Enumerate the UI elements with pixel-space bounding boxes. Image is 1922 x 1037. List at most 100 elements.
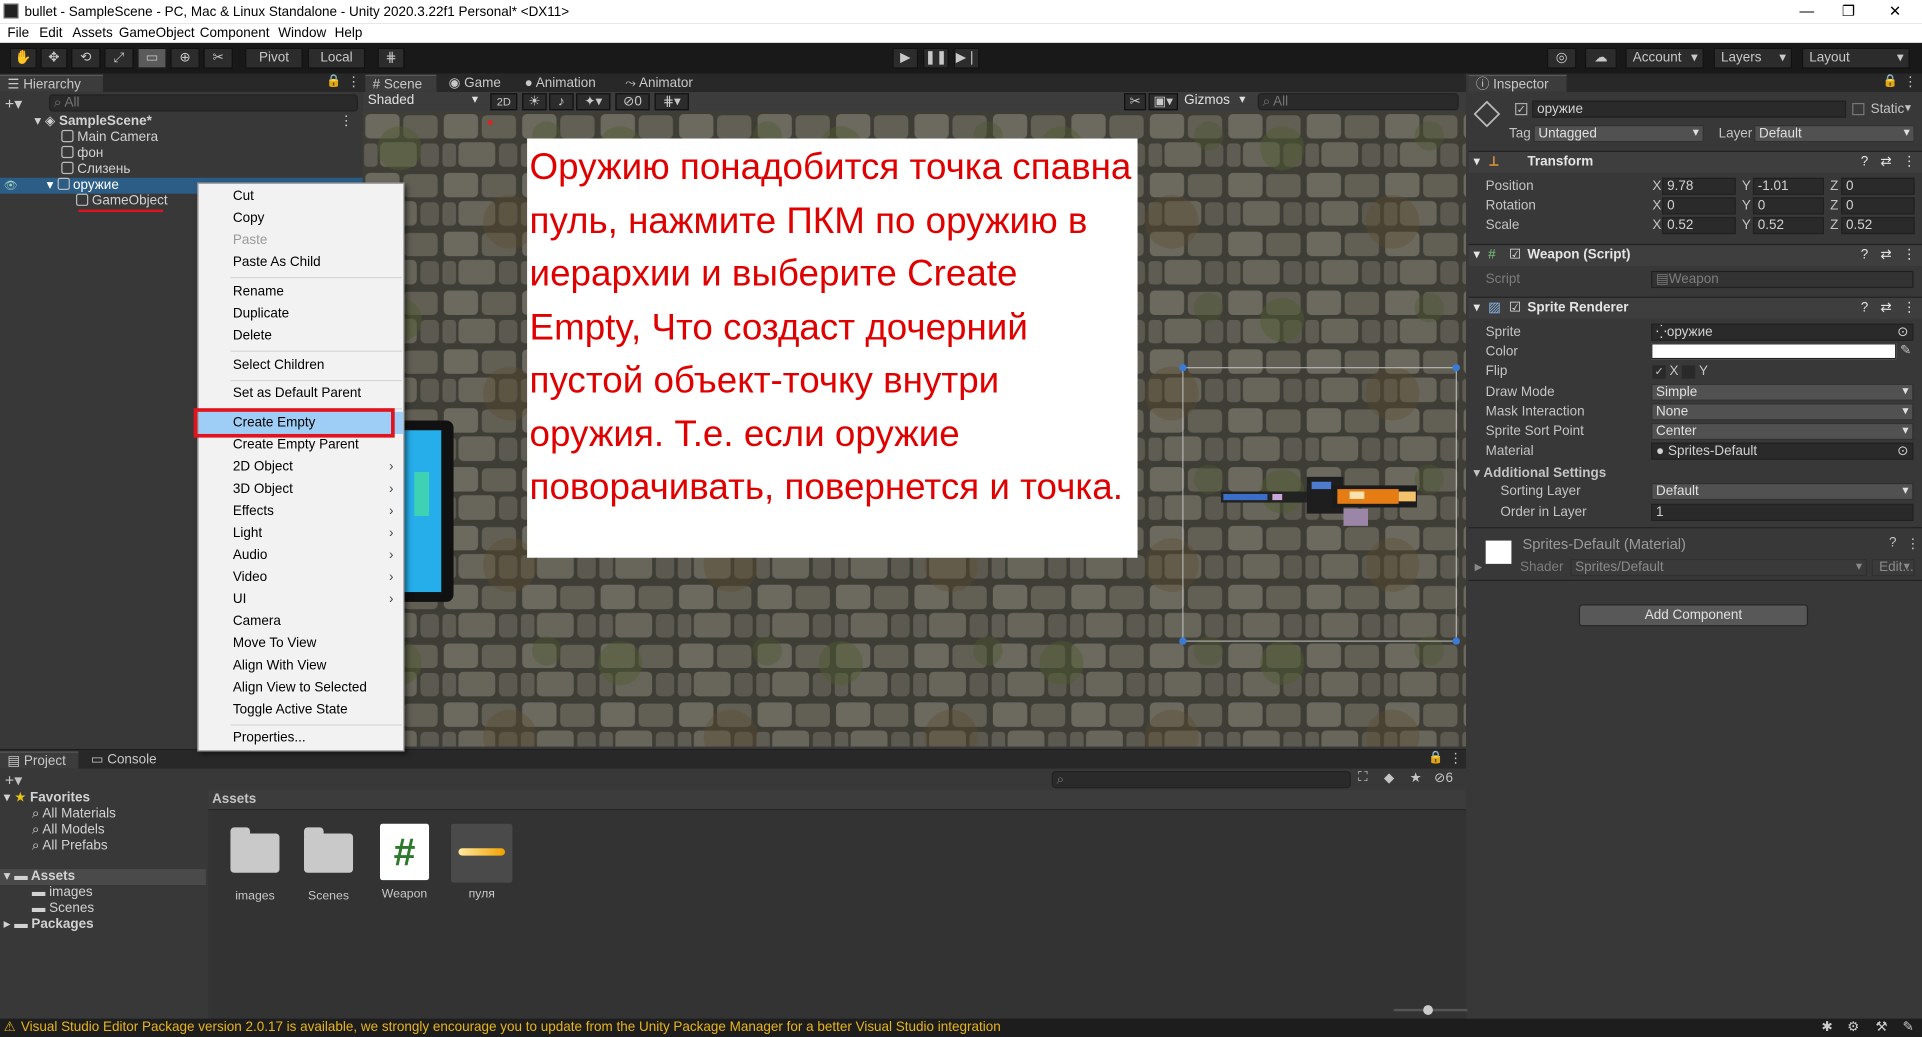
scale-z-field[interactable]: 0.52 bbox=[1841, 216, 1915, 235]
step-button[interactable]: ▶❘ bbox=[953, 47, 980, 69]
tag-dropdown[interactable]: Untagged bbox=[1533, 125, 1704, 143]
material-field[interactable]: ● Sprites-Default ⊙ bbox=[1651, 442, 1914, 460]
transform-tool-icon[interactable]: ⊕ bbox=[170, 47, 200, 69]
hierarchy-item-slime[interactable]: Слизень bbox=[0, 161, 363, 178]
menu-item-paste-as-child[interactable]: Paste As Child bbox=[199, 251, 404, 273]
tab-scene[interactable]: # Scene bbox=[365, 74, 437, 92]
menu-edit[interactable]: Edit bbox=[39, 26, 62, 41]
scale-tool-icon[interactable]: ⤢ bbox=[104, 47, 134, 69]
chevron-down-icon[interactable]: ▾ bbox=[1905, 102, 1911, 115]
menu-item-light[interactable]: Light › bbox=[199, 522, 404, 544]
collab-status-icon[interactable]: ✎ bbox=[1902, 1019, 1913, 1037]
status-message[interactable]: Visual Studio Editor Package version 2.0… bbox=[21, 1019, 1001, 1037]
tab-console[interactable]: ▭ Console bbox=[83, 751, 161, 768]
mode-2d-toggle[interactable]: 2D bbox=[490, 93, 518, 111]
kebab-menu-icon[interactable]: ⋮ bbox=[1906, 536, 1919, 552]
favorite-item[interactable]: ⌕ All Prefabs bbox=[32, 838, 206, 854]
draw-mode-dropdown[interactable]: Simple bbox=[1651, 383, 1914, 401]
rotation-z-field[interactable]: 0 bbox=[1841, 197, 1915, 215]
menu-item-move-to-view[interactable]: Move To View bbox=[199, 633, 404, 655]
kebab-menu-icon[interactable]: ⋮ bbox=[1904, 74, 1917, 90]
tab-animator[interactable]: ⤳ Animator bbox=[618, 75, 704, 92]
progress-icon[interactable]: ⚙ bbox=[1847, 1019, 1859, 1037]
active-checkbox[interactable]: ✓ bbox=[1515, 102, 1528, 116]
shader-dropdown[interactable]: Sprites/Default bbox=[1570, 558, 1867, 577]
menu-item-align-with-view[interactable]: Align With View bbox=[199, 655, 404, 677]
asset-scenes-folder[interactable]: Scenes bbox=[292, 827, 366, 903]
lock-icon[interactable]: 🔒 bbox=[1428, 751, 1443, 764]
tab-animation[interactable]: ● Animation bbox=[517, 75, 615, 92]
shading-mode-dropdown[interactable]: Shaded bbox=[364, 93, 482, 111]
kebab-menu-icon[interactable]: ⋮ bbox=[1902, 298, 1915, 319]
tab-hierarchy[interactable]: ☰ Hierarchy bbox=[0, 74, 103, 92]
object-name-field[interactable]: оружие bbox=[1532, 100, 1847, 118]
weapon-script-header[interactable]: ▾ # ☑ Weapon (Script) ? ⇄ ⋮ bbox=[1468, 243, 1922, 266]
filter-type-icon[interactable]: ⛶ bbox=[1358, 770, 1367, 786]
hidden-packages-icon[interactable]: ⊘6 bbox=[1434, 770, 1453, 786]
menu-help[interactable]: Help bbox=[335, 26, 363, 41]
cache-icon[interactable]: ⚒ bbox=[1875, 1019, 1887, 1037]
layers-dropdown[interactable]: Layers ▾ bbox=[1713, 47, 1793, 69]
preset-icon[interactable]: ⇄ bbox=[1880, 152, 1891, 173]
menu-item-select-children[interactable]: Select Children bbox=[199, 354, 404, 376]
menu-item-toggle-active-state[interactable]: Toggle Active State bbox=[199, 699, 404, 721]
asset-folder-item[interactable]: ▬ images bbox=[32, 885, 206, 901]
tab-inspector[interactable]: ⓘ Inspector bbox=[1468, 74, 1567, 92]
kebab-menu-icon[interactable]: ⋮ bbox=[1902, 245, 1915, 266]
menu-gameobject[interactable]: GameObject bbox=[119, 26, 195, 41]
position-x-field[interactable]: 9.78 bbox=[1662, 177, 1736, 195]
assets-foldout[interactable]: ▾ ▬ Assets bbox=[0, 869, 206, 886]
audio-icon[interactable]: ♪ bbox=[549, 93, 574, 111]
menu-file[interactable]: File bbox=[7, 26, 29, 41]
hierarchy-item-main-camera[interactable]: Main Camera bbox=[0, 129, 363, 146]
asset-folder-item[interactable]: ▬ Scenes bbox=[32, 901, 206, 917]
collab-icon[interactable]: ◎ bbox=[1546, 47, 1577, 69]
position-y-field[interactable]: -1.01 bbox=[1752, 177, 1824, 195]
scale-x-field[interactable]: 0.52 bbox=[1662, 216, 1736, 235]
menu-item-effects[interactable]: Effects › bbox=[199, 500, 404, 522]
preset-icon[interactable]: ⇄ bbox=[1880, 245, 1891, 266]
add-object-button[interactable]: +▾ bbox=[5, 94, 22, 114]
tools-icon[interactable]: ✂ bbox=[1124, 93, 1147, 111]
lighting-icon[interactable]: ☀ bbox=[522, 93, 547, 111]
close-button[interactable]: ✕ bbox=[1877, 1, 1914, 22]
sprite-field[interactable]: ⁛оружие ⊙ bbox=[1651, 323, 1914, 341]
menu-component[interactable]: Component bbox=[200, 26, 270, 41]
transform-header[interactable]: ▾ ⟂ Transform ? ⇄ ⋮ bbox=[1468, 150, 1922, 173]
menu-item-copy[interactable]: Copy bbox=[199, 207, 404, 229]
help-icon[interactable]: ? bbox=[1861, 298, 1869, 319]
maximize-button[interactable]: ❐ bbox=[1830, 1, 1867, 22]
tab-project[interactable]: ▤ Project bbox=[0, 751, 79, 769]
menu-item-paste[interactable]: Paste bbox=[199, 229, 404, 251]
menu-item-align-view-to-selected[interactable]: Align View to Selected bbox=[199, 677, 404, 699]
project-search-input[interactable]: ⌕ bbox=[1051, 771, 1351, 789]
rotate-tool-icon[interactable]: ⟲ bbox=[71, 47, 101, 69]
mask-interaction-dropdown[interactable]: None bbox=[1651, 403, 1914, 421]
menu-window[interactable]: Window bbox=[278, 26, 326, 41]
chevron-right-icon[interactable]: ▶ bbox=[1475, 561, 1483, 572]
layer-dropdown[interactable]: Default bbox=[1754, 125, 1915, 143]
bug-icon[interactable]: ✱ bbox=[1822, 1019, 1833, 1037]
scene-search-input[interactable]: ⌕ All bbox=[1257, 93, 1459, 111]
hidden-objects-icon[interactable]: ⊘0 bbox=[615, 93, 650, 111]
breadcrumb[interactable]: Assets bbox=[212, 792, 256, 807]
local-toggle[interactable]: Local bbox=[307, 47, 366, 69]
favorites-foldout[interactable]: ▾ ★ Favorites bbox=[4, 791, 206, 807]
pivot-toggle[interactable]: Pivot bbox=[245, 47, 303, 69]
kebab-menu-icon[interactable]: ⋮ bbox=[340, 114, 353, 130]
grid-snap-icon[interactable]: ⋕ bbox=[377, 47, 405, 69]
menu-item-rename[interactable]: Rename bbox=[199, 281, 404, 303]
help-icon[interactable]: ? bbox=[1861, 152, 1869, 173]
play-button[interactable]: ▶ bbox=[892, 47, 919, 69]
rotation-x-field[interactable]: 0 bbox=[1662, 197, 1736, 215]
order-in-layer-field[interactable]: 1 bbox=[1651, 503, 1914, 521]
preset-icon[interactable]: ⇄ bbox=[1880, 298, 1891, 319]
asset-bullet-sprite[interactable]: пуля bbox=[445, 823, 519, 901]
kebab-menu-icon[interactable]: ⋮ bbox=[1449, 750, 1462, 766]
flip-y-checkbox[interactable] bbox=[1681, 365, 1696, 379]
move-tool-icon[interactable]: ✥ bbox=[40, 47, 68, 69]
packages-foldout[interactable]: ▸ ▬ Packages bbox=[4, 917, 206, 933]
menu-item-set-default-parent[interactable]: Set as Default Parent bbox=[199, 382, 404, 404]
rect-tool-icon[interactable]: ▭ bbox=[137, 47, 167, 69]
eyedropper-icon[interactable]: ✎ bbox=[1900, 342, 1911, 358]
